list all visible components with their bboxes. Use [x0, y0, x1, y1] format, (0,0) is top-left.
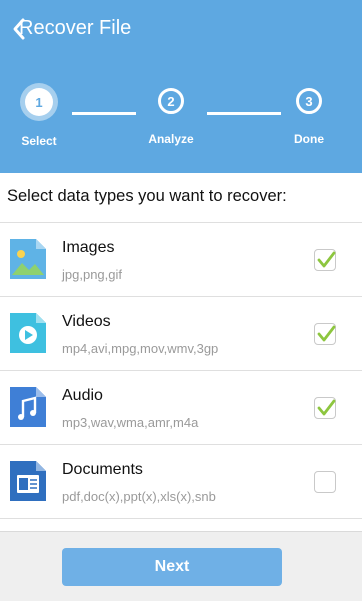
data-type-list: Images jpg,png,gif Videos mp4,avi,mpg,mo… [0, 222, 362, 518]
item-formats: jpg,png,gif [62, 267, 122, 282]
item-title: Images [62, 239, 115, 256]
document-file-icon [8, 459, 48, 503]
list-item-images[interactable]: Images jpg,png,gif [0, 222, 362, 296]
footer: Next [0, 531, 362, 601]
next-button[interactable]: Next [62, 548, 282, 586]
step-number: 3 [296, 88, 322, 114]
instruction-text: Select data types you want to recover: [7, 187, 287, 205]
videos-checkbox[interactable] [314, 323, 336, 345]
page-title: Recover File [19, 17, 132, 39]
step-label: Done [294, 132, 324, 146]
step-label: Select [21, 134, 57, 148]
checkmark-icon [317, 399, 336, 416]
item-formats: mp3,wav,wma,amr,m4a [62, 415, 199, 430]
item-title: Audio [62, 387, 103, 404]
list-item-audio[interactable]: Audio mp3,wav,wma,amr,m4a [0, 370, 362, 444]
item-formats: pdf,doc(x),ppt(x),xls(x),snb [62, 489, 216, 504]
checkmark-icon [317, 251, 336, 268]
images-checkbox[interactable] [314, 249, 336, 271]
item-formats: mp4,avi,mpg,mov,wmv,3gp [62, 341, 219, 356]
step-number: 1 [25, 88, 53, 116]
step-number: 2 [158, 88, 184, 114]
item-title: Documents [62, 461, 143, 478]
step-analyze: 2 Analyze [121, 88, 221, 146]
list-item-documents[interactable]: Documents pdf,doc(x),ppt(x),xls(x),snb [0, 444, 362, 518]
video-file-icon [8, 311, 48, 355]
image-file-icon [8, 237, 48, 281]
header: Recover File 1 Select 2 Analyze 3 Done [0, 0, 362, 173]
item-title: Videos [62, 313, 111, 330]
step-select: 1 Select [0, 88, 89, 148]
audio-checkbox[interactable] [314, 397, 336, 419]
step-done: 3 Done [259, 88, 359, 146]
stepper: 1 Select 2 Analyze 3 Done [0, 88, 362, 158]
documents-checkbox[interactable] [314, 471, 336, 493]
step-label: Analyze [148, 132, 194, 146]
list-item-videos[interactable]: Videos mp4,avi,mpg,mov,wmv,3gp [0, 296, 362, 370]
checkmark-icon [317, 325, 336, 342]
audio-file-icon [8, 385, 48, 429]
